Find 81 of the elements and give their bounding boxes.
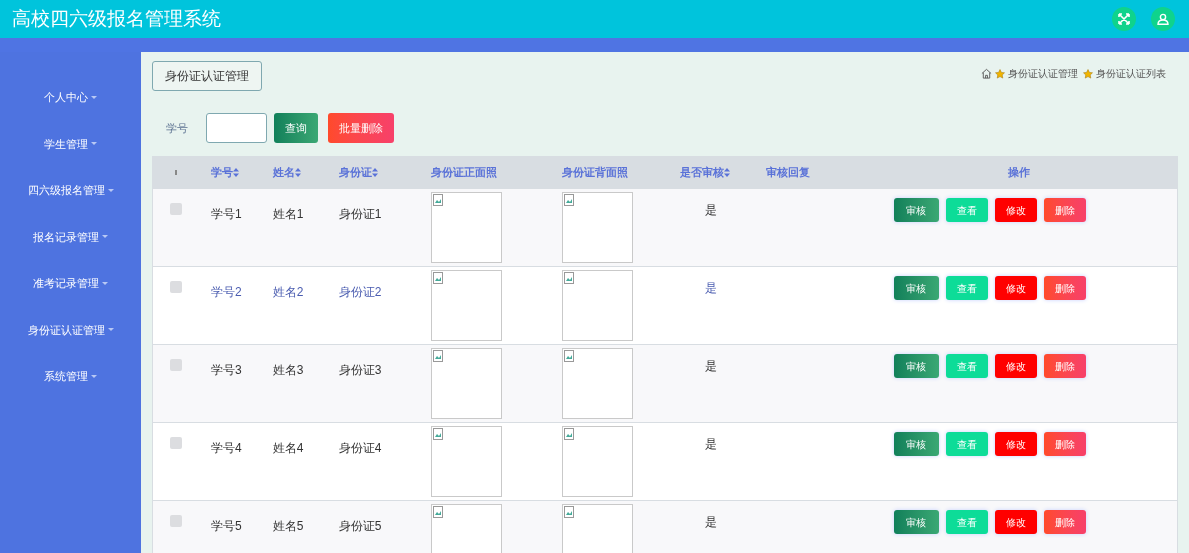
user-icon: [1157, 13, 1169, 25]
sort-icon: [294, 168, 301, 177]
table-cell-text: 身份证3: [338, 363, 382, 377]
edit-button[interactable]: 修改: [994, 354, 1037, 378]
column-header: 操作: [1008, 165, 1031, 181]
audit-button[interactable]: 审核: [893, 198, 939, 222]
user-button[interactable]: [1151, 7, 1175, 31]
caret-icon: [102, 281, 108, 285]
caret-icon: [107, 188, 114, 192]
table-cell-text: 身份证1: [338, 207, 382, 221]
table-cell-text: 是: [704, 358, 717, 375]
search-label: 学号: [166, 120, 188, 136]
sidebar-item[interactable]: 准考记录管理: [0, 260, 141, 307]
caret-icon: [102, 235, 108, 239]
query-button[interactable]: 查询: [274, 113, 318, 143]
audit-button[interactable]: 审核: [893, 354, 939, 378]
edit-button[interactable]: 修改: [994, 198, 1037, 222]
sidebar-item[interactable]: 报名记录管理: [0, 213, 141, 260]
table-cell-text: 身份证5: [338, 519, 382, 533]
row-checkbox[interactable]: [169, 203, 182, 215]
caret-icon: [91, 142, 97, 146]
table-cell-text: 学号4: [210, 441, 242, 455]
column-header[interactable]: 学号: [210, 164, 239, 181]
column-header: 身份证正面照: [430, 165, 497, 181]
column-header: 身份证背面照: [562, 165, 629, 181]
caret-icon: [107, 328, 114, 332]
audit-button[interactable]: 审核: [893, 510, 939, 534]
edit-button[interactable]: 修改: [994, 432, 1037, 456]
audit-button[interactable]: 审核: [893, 276, 939, 300]
table-cell-text: 学号1: [210, 207, 242, 221]
table-cell-text: 是: [704, 280, 717, 297]
delete-button[interactable]: 删除: [1043, 276, 1086, 300]
delete-button[interactable]: 删除: [1043, 432, 1086, 456]
sort-icon: [724, 168, 731, 177]
breadcrumb-item[interactable]: 身份证认证管理: [1008, 66, 1078, 81]
row-checkbox[interactable]: [169, 281, 182, 293]
table-cell-text: 学号2: [210, 285, 242, 299]
delete-button[interactable]: 删除: [1043, 198, 1086, 222]
edit-button[interactable]: 修改: [994, 510, 1037, 534]
page-title-tab[interactable]: 身份证认证管理: [152, 61, 262, 91]
sort-icon: [232, 168, 239, 177]
table-cell-text: 姓名2: [272, 285, 304, 299]
table-cell-text: 是: [704, 514, 717, 531]
star-icon: [995, 68, 1005, 79]
audit-button[interactable]: 审核: [893, 432, 939, 456]
sidebar-item[interactable]: 学生管理: [0, 120, 141, 167]
edit-button[interactable]: 修改: [994, 276, 1037, 300]
caret-icon: [91, 374, 97, 378]
caret-icon: [91, 95, 97, 99]
column-header: 审核回复: [765, 165, 810, 181]
search-field[interactable]: [206, 113, 267, 143]
column-header[interactable]: 是否审核: [680, 164, 731, 181]
sort-icon: [371, 168, 378, 177]
breadcrumb-item[interactable]: 身份证认证列表: [1096, 66, 1166, 81]
row-checkbox[interactable]: [169, 515, 182, 527]
table-cell-text: 姓名5: [272, 519, 304, 533]
table-cell-text: 身份证2: [338, 285, 382, 299]
table-cell-text: 是: [704, 202, 717, 219]
delete-button[interactable]: 删除: [1043, 354, 1086, 378]
app-title: 高校四六级报名管理系统: [12, 6, 221, 31]
batch-delete-button[interactable]: 批量删除: [328, 113, 394, 143]
sidebar-item[interactable]: 个人中心: [0, 74, 141, 121]
expand-icon: [1118, 13, 1130, 25]
home-icon[interactable]: [981, 68, 992, 79]
row-checkbox[interactable]: [169, 437, 182, 449]
star-icon: [1083, 68, 1093, 79]
table-cell-text: 是: [704, 436, 717, 453]
row-checkbox[interactable]: [169, 359, 182, 371]
table-cell-text: 姓名4: [272, 441, 304, 455]
table-cell-text: 身份证4: [338, 441, 382, 455]
column-header[interactable]: 身份证: [338, 164, 378, 181]
table-cell-text: 姓名1: [272, 207, 304, 221]
fullscreen-button[interactable]: [1112, 7, 1136, 31]
column-header[interactable]: 姓名: [272, 164, 301, 181]
table-cell-text: 学号5: [210, 519, 242, 533]
table-cell-text: 学号3: [210, 363, 242, 377]
sidebar-item[interactable]: 四六级报名管理: [0, 167, 141, 214]
table-cell-text: 姓名3: [272, 363, 304, 377]
sidebar-item[interactable]: 系统管理: [0, 353, 141, 400]
sidebar-item[interactable]: 身份证认证管理: [0, 306, 141, 353]
delete-button[interactable]: 删除: [1043, 510, 1086, 534]
